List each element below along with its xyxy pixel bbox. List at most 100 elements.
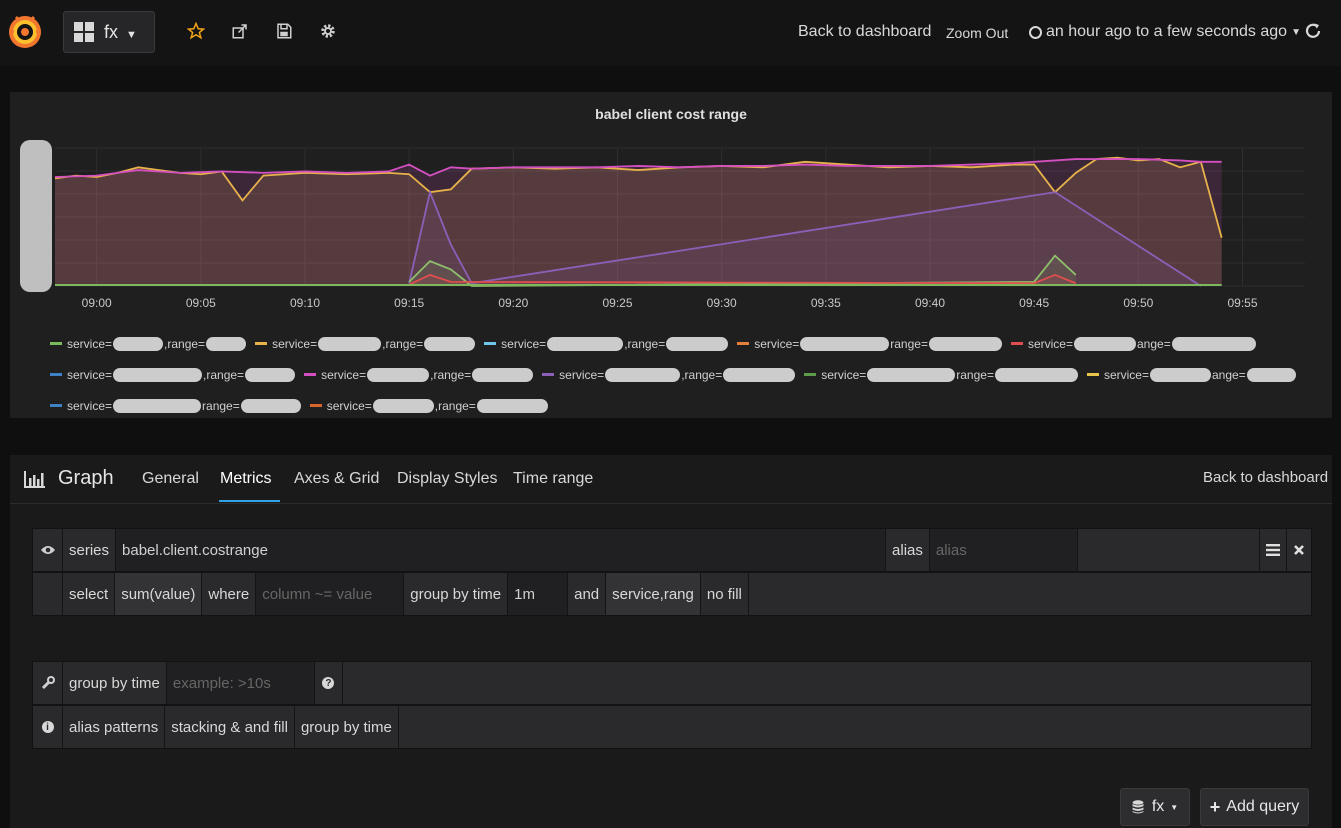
legend-item[interactable]: service= ange= bbox=[1086, 367, 1297, 382]
legend-swatch bbox=[737, 342, 750, 345]
caret-down-icon: ▼ bbox=[126, 29, 137, 41]
legend-item[interactable]: service= ,range= bbox=[50, 367, 296, 382]
redacted-text bbox=[113, 398, 202, 413]
close-icon[interactable] bbox=[1287, 529, 1311, 571]
star-icon[interactable] bbox=[185, 20, 207, 42]
legend-item[interactable]: service= ,range= bbox=[542, 367, 796, 382]
datasource-name: fx bbox=[1151, 798, 1165, 815]
legend-item[interactable]: service= ,range= bbox=[309, 398, 549, 413]
eye-icon[interactable] bbox=[33, 529, 63, 571]
top-navbar: fx ▼ Back to dashboard Zoom Out an hour … bbox=[0, 0, 1341, 66]
options-group-by-row: group by time example: >10s ? bbox=[32, 661, 1312, 705]
add-query-button[interactable]: + Add query bbox=[1200, 788, 1309, 826]
refresh-icon[interactable] bbox=[1302, 20, 1324, 42]
legend-item[interactable]: service= ,range= bbox=[484, 336, 729, 351]
redacted-text bbox=[1074, 336, 1136, 351]
redacted-text bbox=[928, 336, 1002, 351]
panel-editor: Graph General Metrics Axes & Grid Displa… bbox=[10, 455, 1332, 828]
redacted-text bbox=[113, 367, 203, 382]
editor-back-to-dashboard-link[interactable]: Back to dashboard bbox=[1203, 469, 1328, 486]
legend-item[interactable]: service= range= bbox=[737, 336, 1003, 351]
time-range-label: an hour ago to a few seconds ago bbox=[1046, 23, 1288, 40]
share-icon[interactable] bbox=[229, 20, 251, 42]
legend-row: service= ,range= service= ,range= service= ,r… bbox=[50, 359, 1320, 390]
gear-icon[interactable] bbox=[317, 20, 339, 42]
legend-swatch bbox=[309, 404, 322, 407]
tab-general[interactable]: General bbox=[142, 470, 199, 488]
select-function[interactable]: sum(value) bbox=[115, 573, 203, 615]
zoom-out-button[interactable]: Zoom Out bbox=[946, 25, 1008, 41]
legend-swatch bbox=[50, 373, 62, 376]
dashboard-name: fx bbox=[104, 21, 119, 42]
legend-range-prefix: ,range= bbox=[434, 398, 476, 413]
redacted-text bbox=[1150, 367, 1211, 382]
legend-item[interactable]: service= ange= bbox=[1010, 336, 1257, 351]
datasource-picker-button[interactable]: fx ▼ bbox=[1120, 788, 1190, 826]
legend-item[interactable]: service= range= bbox=[804, 367, 1079, 382]
clock-icon bbox=[1029, 25, 1042, 39]
legend-series-prefix: service= bbox=[67, 336, 113, 351]
legend-swatch bbox=[542, 373, 555, 376]
tab-display-styles[interactable]: Display Styles bbox=[397, 470, 497, 488]
legend-item[interactable]: service= ,range= bbox=[304, 367, 534, 382]
legend-swatch bbox=[255, 342, 268, 345]
options-group-by-time-input[interactable]: example: >10s bbox=[166, 662, 315, 704]
legend-series-prefix: service= bbox=[501, 336, 547, 351]
legend-row: service= range= service= ,range= bbox=[50, 390, 1320, 421]
where-input[interactable]: column ~= value bbox=[256, 573, 405, 615]
alias-label: alias bbox=[886, 529, 930, 571]
tab-metrics[interactable]: Metrics bbox=[220, 470, 272, 488]
and-label: and bbox=[568, 573, 607, 615]
info-icon: i bbox=[33, 706, 63, 748]
help-link-group-by-time[interactable]: group by time bbox=[295, 706, 399, 748]
legend-series-prefix: service= bbox=[326, 398, 372, 413]
redacted-text bbox=[867, 367, 956, 382]
add-query-label: Add query bbox=[1226, 798, 1300, 815]
group-by-time-input[interactable]: 1m bbox=[508, 573, 569, 615]
time-range-picker[interactable]: an hour ago to a few seconds ago ▼ bbox=[1029, 23, 1301, 41]
fill-option[interactable]: no fill bbox=[701, 573, 749, 615]
legend-swatch bbox=[484, 342, 497, 345]
grafana-logo-icon[interactable] bbox=[6, 11, 44, 53]
select-label: select bbox=[63, 573, 116, 615]
legend-range-prefix: ,range= bbox=[382, 336, 424, 351]
legend-range-prefix: range= bbox=[890, 336, 928, 351]
x-tick-label: 09:25 bbox=[602, 296, 632, 310]
legend-series-prefix: service= bbox=[67, 367, 113, 382]
legend-range-prefix: ange= bbox=[1137, 336, 1171, 351]
editor-tabs: Graph General Metrics Axes & Grid Displa… bbox=[10, 455, 1332, 504]
help-link-alias-patterns[interactable]: alias patterns bbox=[63, 706, 166, 748]
dashboard-grid-icon bbox=[74, 22, 94, 42]
alias-input[interactable]: alias bbox=[929, 529, 1078, 571]
legend-series-prefix: service= bbox=[1103, 367, 1149, 382]
legend-item[interactable]: service= ,range= bbox=[255, 336, 476, 351]
redacted-text bbox=[424, 336, 476, 351]
legend-series-prefix: service= bbox=[321, 367, 367, 382]
tab-time-range[interactable]: Time range bbox=[513, 470, 593, 488]
redacted-text bbox=[240, 398, 301, 413]
help-icon[interactable]: ? bbox=[315, 662, 343, 704]
save-icon[interactable] bbox=[273, 20, 295, 42]
redacted-text bbox=[723, 367, 796, 382]
redacted-text bbox=[206, 336, 247, 351]
x-tick-label: 09:20 bbox=[498, 296, 528, 310]
help-link-stacking-fill[interactable]: stacking & and fill bbox=[165, 706, 295, 748]
redacted-text bbox=[666, 336, 729, 351]
wrench-icon bbox=[33, 662, 63, 704]
x-tick-label: 09:45 bbox=[1019, 296, 1049, 310]
panel-type-label: Graph bbox=[58, 467, 114, 489]
series-input[interactable]: babel.client.costrange bbox=[116, 529, 887, 571]
chart-legend: service= ,range= service= ,range= service= ,r… bbox=[50, 328, 1320, 421]
legend-item[interactable]: service= ,range= bbox=[50, 336, 247, 351]
back-to-dashboard-link[interactable]: Back to dashboard bbox=[798, 23, 931, 41]
legend-series-prefix: service= bbox=[559, 367, 605, 382]
dashboard-picker-button[interactable]: fx ▼ bbox=[63, 11, 155, 53]
plus-icon: + bbox=[1209, 796, 1221, 817]
legend-item[interactable]: service= range= bbox=[50, 398, 302, 413]
legend-range-prefix: ,range= bbox=[681, 367, 723, 382]
group-by-tags-input[interactable]: service,rang bbox=[606, 573, 701, 615]
tab-axes-grid[interactable]: Axes & Grid bbox=[294, 470, 379, 488]
menu-icon[interactable] bbox=[1259, 529, 1287, 571]
line-chart[interactable]: 09:00 09:05 09:10 09:15 09:20 09:25 09:30 09:35… bbox=[10, 92, 1332, 328]
legend-series-prefix: service= bbox=[1027, 336, 1073, 351]
